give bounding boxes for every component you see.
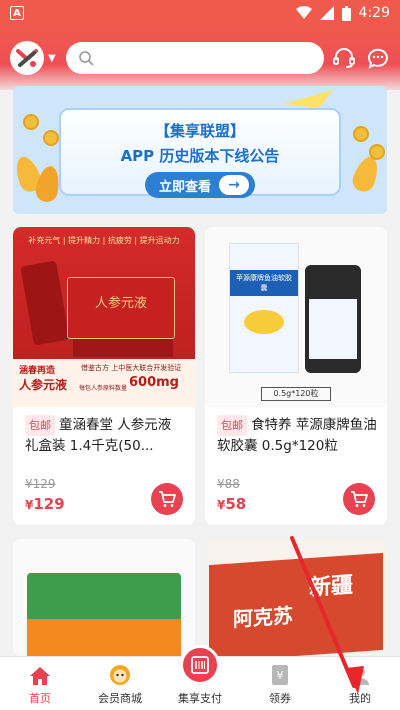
product-card[interactable]: 苹源康牌鱼油软胶囊 0.5g*120粒 包邮 食特养 苹源康牌鱼油软胶囊 0.5g… — [205, 227, 387, 525]
apple-box: 新疆 阿克苏 — [209, 552, 383, 656]
product-image-strip: 补充元气 | 提升精力 | 抗疲劳 | 提升运动力 — [28, 236, 180, 245]
status-right: 4:29 — [295, 5, 390, 21]
app-header: ▼ — [0, 26, 400, 90]
nav-pay[interactable]: 集享支付 — [160, 645, 240, 710]
product-spec-label: 0.5g*120粒 — [261, 387, 331, 401]
product-card[interactable]: 新疆 阿克苏 — [205, 539, 387, 656]
nav-profile[interactable]: 我的 — [320, 657, 400, 710]
coin-decoration — [369, 144, 385, 160]
headset-icon[interactable] — [332, 46, 356, 70]
capsule-icon — [244, 310, 284, 334]
search-icon — [78, 51, 94, 66]
sale-price: ¥58 — [217, 495, 246, 513]
coupon-icon: ¥ — [272, 665, 288, 685]
nav-coupons[interactable]: ¥ 领券 — [240, 657, 320, 710]
product-box-name: 人参元液 — [94, 296, 147, 311]
nav-member-mall-label: 会员商城 — [98, 692, 142, 705]
coin-decoration — [353, 126, 369, 142]
banner-card: 【集享联盟】 APP 历史版本下线公告 立即查看 → — [59, 108, 341, 198]
svg-text:¥: ¥ — [277, 669, 284, 682]
app-logo-icon[interactable] — [10, 41, 44, 75]
cart-icon — [351, 491, 368, 507]
product-box-name: 阿克苏 — [233, 603, 293, 632]
sale-price: ¥129 — [25, 495, 65, 513]
oranges-image — [27, 619, 181, 656]
wifi-icon — [295, 6, 312, 19]
product-title[interactable]: 包邮 童涵春堂 人参元液 礼盒装 1.4千克(50... — [25, 415, 185, 457]
product-box: 苹源康牌鱼油软胶囊 — [229, 243, 299, 373]
product-card[interactable] — [13, 539, 195, 656]
scan-pay-icon — [180, 645, 220, 685]
mascot-icon — [110, 665, 130, 685]
search-input[interactable] — [99, 50, 300, 66]
nav-coupons-label: 领券 — [269, 692, 291, 705]
product-brand-label: 涵春再造 — [19, 366, 56, 376]
view-now-label: 立即查看 — [158, 179, 211, 195]
clock: 4:29 — [358, 5, 390, 21]
product-gift-box: 人参元液 — [67, 277, 175, 339]
product-box-base — [73, 339, 173, 357]
product-box-text: 新疆 — [309, 573, 354, 602]
nav-home-label: 首页 — [29, 692, 51, 705]
announcement-banner[interactable]: 【集享联盟】 APP 历史版本下线公告 立即查看 → — [13, 86, 387, 214]
product-image: 新疆 阿克苏 — [205, 539, 387, 656]
original-price: ¥88 — [217, 477, 240, 491]
view-now-button[interactable]: 立即查看 → — [144, 172, 255, 198]
product-bottle — [305, 265, 361, 373]
profile-icon — [351, 667, 369, 685]
app-notification-icon: A — [10, 6, 24, 20]
product-card[interactable]: 补充元气 | 提升精力 | 抗疲劳 | 提升运动力 人参元液 涵春再造 人参元液… — [13, 227, 195, 525]
sale-price-value: 58 — [225, 495, 247, 513]
chat-bubble-icon[interactable] — [366, 46, 390, 70]
home-icon — [30, 667, 50, 685]
free-shipping-tag: 包邮 — [217, 415, 247, 436]
signal-icon — [319, 6, 334, 20]
search-bar[interactable] — [65, 42, 324, 74]
product-image: 补充元气 | 提升精力 | 抗疲劳 | 提升运动力 人参元液 涵春再造 人参元液… — [13, 227, 195, 407]
logo-dropdown-icon[interactable]: ▼ — [48, 53, 56, 64]
product-image-footer: 涵春再造 人参元液 借鉴古方 上中医大联合开发验证 每包人参原料数量 600mg — [13, 359, 195, 407]
nav-member-mall[interactable]: 会员商城 — [80, 657, 160, 710]
nav-home[interactable]: 首页 — [0, 657, 80, 710]
product-volume: 600mg — [129, 375, 179, 390]
product-slogan: 借鉴古方 上中医大联合开发验证 — [81, 364, 182, 372]
sale-price-value: 129 — [33, 495, 65, 513]
banner-title: 【集享联盟】 — [154, 122, 245, 140]
nav-profile-label: 我的 — [349, 692, 371, 705]
coin-decoration — [23, 114, 39, 130]
coin-decoration — [43, 130, 59, 146]
free-shipping-tag: 包邮 — [25, 415, 55, 436]
nav-pay-label: 集享支付 — [178, 692, 222, 705]
product-title[interactable]: 包邮 食特养 苹源康牌鱼油软胶囊 0.5g*120粒 — [217, 415, 377, 457]
add-to-cart-button[interactable] — [151, 483, 183, 515]
banner-subtitle: APP 历史版本下线公告 — [120, 147, 280, 165]
product-sachet — [20, 260, 70, 346]
original-price: ¥129 — [25, 477, 56, 491]
add-to-cart-button[interactable] — [343, 483, 375, 515]
cart-icon — [159, 491, 176, 507]
bottom-navigation: 首页 会员商城 集享支付 ¥ 领券 我的 — [0, 645, 400, 710]
status-bar: A 4:29 — [0, 0, 400, 26]
product-brand-name: 人参元液 — [19, 378, 68, 392]
product-note: 每包人参原料数量 — [79, 385, 128, 392]
product-image — [13, 539, 195, 656]
product-image: 苹源康牌鱼油软胶囊 0.5g*120粒 — [205, 227, 387, 407]
fruit-box — [27, 573, 181, 623]
arrow-right-icon: → — [219, 175, 249, 195]
battery-icon — [341, 5, 351, 21]
header-actions — [332, 46, 390, 70]
product-box-label: 苹源康牌鱼油软胶囊 — [230, 270, 298, 296]
